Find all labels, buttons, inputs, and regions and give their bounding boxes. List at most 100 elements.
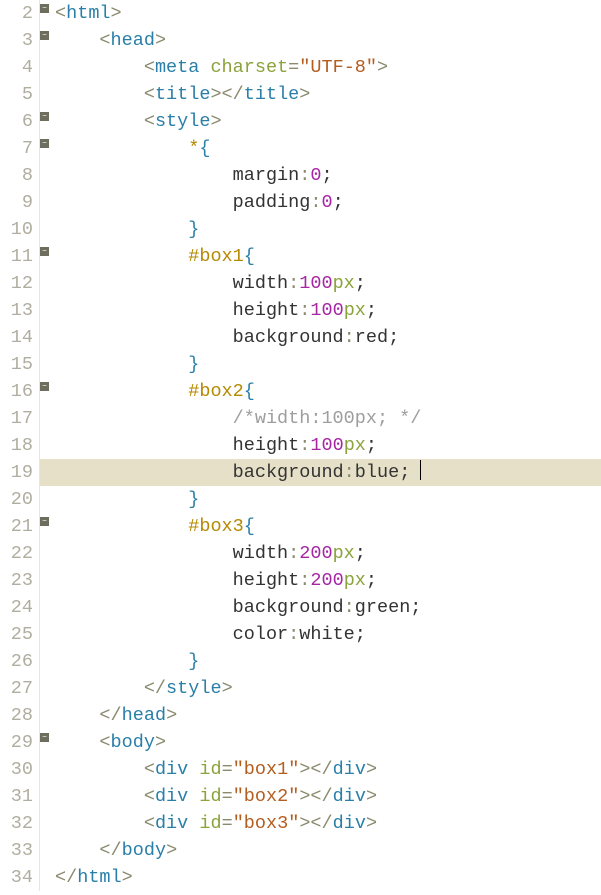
line-number: 28	[0, 702, 40, 729]
line-number: 5	[0, 81, 40, 108]
code-line[interactable]: padding:0;	[55, 189, 601, 216]
code-line[interactable]: background:red;	[55, 324, 601, 351]
code-token: "UTF-8"	[299, 57, 377, 78]
code-token: }	[188, 651, 199, 672]
code-token: =	[222, 813, 233, 834]
code-line[interactable]: <meta charset="UTF-8">	[55, 54, 601, 81]
code-token	[55, 354, 188, 375]
code-token: ;	[355, 543, 366, 564]
code-line[interactable]: width:100px;	[55, 270, 601, 297]
code-line[interactable]: *{	[55, 135, 601, 162]
code-token: #box3	[188, 516, 244, 537]
code-token: style	[166, 678, 222, 699]
code-token	[55, 624, 233, 645]
code-line[interactable]: <body>	[55, 729, 601, 756]
line-number: 12	[0, 270, 40, 297]
code-token: #box2	[188, 381, 244, 402]
line-number: 29−	[0, 729, 40, 756]
code-line[interactable]: #box2{	[55, 378, 601, 405]
fold-icon[interactable]: −	[40, 31, 49, 40]
code-token: >	[166, 705, 177, 726]
code-editor[interactable]: 2−3−456−7−891011−1213141516−1718192021−2…	[0, 0, 601, 891]
code-line[interactable]: <div id="box3"></div>	[55, 810, 601, 837]
code-token: =	[222, 759, 233, 780]
code-token: </	[99, 705, 121, 726]
code-token	[55, 597, 233, 618]
code-line[interactable]: }	[55, 351, 601, 378]
code-line[interactable]: <title></title>	[55, 81, 601, 108]
code-token: =	[222, 786, 233, 807]
code-token: >	[222, 678, 233, 699]
fold-icon[interactable]: −	[40, 4, 49, 13]
line-number: 13	[0, 297, 40, 324]
code-line[interactable]: </head>	[55, 702, 601, 729]
line-number: 11−	[0, 243, 40, 270]
code-token: ></	[299, 813, 332, 834]
code-line[interactable]: </style>	[55, 675, 601, 702]
code-token: 200	[299, 543, 332, 564]
code-line[interactable]: #box1{	[55, 243, 601, 270]
code-token: white	[299, 624, 355, 645]
line-number: 21−	[0, 513, 40, 540]
code-token: ;	[355, 624, 366, 645]
fold-icon[interactable]: −	[40, 733, 49, 742]
code-token: <	[144, 84, 155, 105]
code-line[interactable]: color:white;	[55, 621, 601, 648]
code-line[interactable]: /*width:100px; */	[55, 405, 601, 432]
code-token: "box3"	[233, 813, 300, 834]
code-token: "box1"	[233, 759, 300, 780]
fold-icon[interactable]: −	[40, 382, 49, 391]
code-token: 0	[321, 192, 332, 213]
code-line[interactable]: height:100px;	[55, 432, 601, 459]
code-token: 100	[299, 273, 332, 294]
code-line[interactable]: }	[55, 486, 601, 513]
code-line[interactable]: <div id="box2"></div>	[55, 783, 601, 810]
fold-icon[interactable]: −	[40, 139, 49, 148]
code-token: >	[155, 30, 166, 51]
line-number: 27	[0, 675, 40, 702]
code-line[interactable]: <html>	[55, 0, 601, 27]
code-token	[55, 381, 188, 402]
code-line[interactable]: }	[55, 216, 601, 243]
code-line[interactable]: width:200px;	[55, 540, 601, 567]
fold-icon[interactable]: −	[40, 247, 49, 256]
code-token: ;	[355, 273, 366, 294]
code-area[interactable]: <html> <head> <meta charset="UTF-8"> <ti…	[55, 0, 601, 891]
code-token: ></	[299, 786, 332, 807]
code-token	[55, 219, 188, 240]
code-token: >	[366, 786, 377, 807]
fold-icon[interactable]: −	[40, 517, 49, 526]
code-token: html	[66, 3, 110, 24]
code-token: :	[288, 624, 299, 645]
line-number: 23	[0, 567, 40, 594]
code-token: 100	[310, 435, 343, 456]
code-token: {	[244, 246, 255, 267]
code-line[interactable]: }	[55, 648, 601, 675]
line-number: 33	[0, 837, 40, 864]
code-line[interactable]: </html>	[55, 864, 601, 891]
fold-icon[interactable]: −	[40, 112, 49, 121]
code-token	[55, 732, 99, 753]
code-line[interactable]: background:blue;	[40, 459, 601, 486]
code-token: :	[288, 273, 299, 294]
code-line[interactable]: <div id="box1"></div>	[55, 756, 601, 783]
code-line[interactable]: <style>	[55, 108, 601, 135]
code-line[interactable]: <head>	[55, 27, 601, 54]
code-token: id	[199, 759, 221, 780]
code-line[interactable]: #box3{	[55, 513, 601, 540]
line-number: 2−	[0, 0, 40, 27]
code-token: :	[299, 570, 310, 591]
code-token: blue	[355, 462, 399, 483]
code-line[interactable]: margin:0;	[55, 162, 601, 189]
code-token	[55, 192, 233, 213]
code-token: px	[344, 300, 366, 321]
code-token: ;	[321, 165, 332, 186]
code-line[interactable]: </body>	[55, 837, 601, 864]
code-line[interactable]: height:200px;	[55, 567, 601, 594]
code-token: /*width:100px; */	[233, 408, 422, 429]
code-line[interactable]: background:green;	[55, 594, 601, 621]
code-token: meta	[155, 57, 211, 78]
code-token: height	[233, 570, 300, 591]
code-line[interactable]: height:100px;	[55, 297, 601, 324]
code-token: px	[344, 435, 366, 456]
